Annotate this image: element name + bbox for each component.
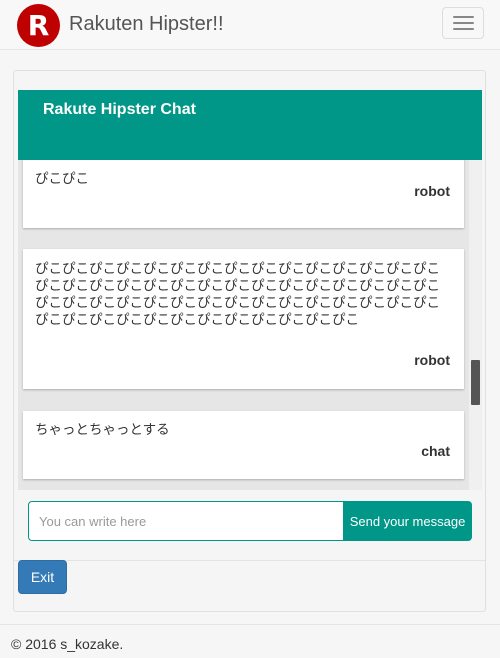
message-text: ぴこぴこ xyxy=(35,171,89,186)
message-card: ちゃっとちゃっとする chat xyxy=(23,411,464,479)
exit-button[interactable]: Exit xyxy=(18,560,67,594)
message-card: ぴこぴこ robot xyxy=(23,160,464,228)
message-input[interactable] xyxy=(28,501,344,541)
message-card: ぴこぴこぴこぴこぴこぴこぴこぴこぴこぴこぴこぴこぴこぴこぴこぴこぴこぴこぴこぴこ… xyxy=(23,249,464,389)
panel-divider xyxy=(14,560,485,561)
scrollbar-thumb[interactable] xyxy=(471,360,480,405)
message-author: robot xyxy=(414,352,450,368)
logo-letter: R xyxy=(27,9,50,42)
message-list[interactable]: ぴこぴこ robot ぴこぴこぴこぴこぴこぴこぴこぴこぴこぴこぴこぴこぴこぴこぴ… xyxy=(18,160,482,490)
hamburger-icon xyxy=(453,28,474,30)
send-message-button[interactable]: Send your message xyxy=(343,501,472,541)
hamburger-icon xyxy=(453,22,474,24)
footer-divider xyxy=(0,624,500,625)
composer: Send your message xyxy=(28,501,472,541)
message-author: chat xyxy=(421,443,450,459)
menu-toggle-button[interactable] xyxy=(442,7,484,39)
rakuten-logo[interactable]: R xyxy=(17,4,60,47)
brand-title[interactable]: Rakuten Hipster!! xyxy=(69,13,224,36)
message-text: ちゃっとちゃっとする xyxy=(35,422,170,437)
message-scrollbar[interactable] xyxy=(469,160,482,490)
message-author: robot xyxy=(414,183,450,199)
hamburger-icon xyxy=(453,16,474,18)
navbar: R Rakuten Hipster!! xyxy=(0,0,500,50)
chat-title: Rakute Hipster Chat xyxy=(43,101,196,118)
footer-copyright: © 2016 s_kozake. xyxy=(11,636,124,652)
chat-header: Rakute Hipster Chat xyxy=(18,90,482,160)
message-text: ぴこぴこぴこぴこぴこぴこぴこぴこぴこぴこぴこぴこぴこぴこぴこぴこぴこぴこぴこぴこ… xyxy=(35,261,440,327)
